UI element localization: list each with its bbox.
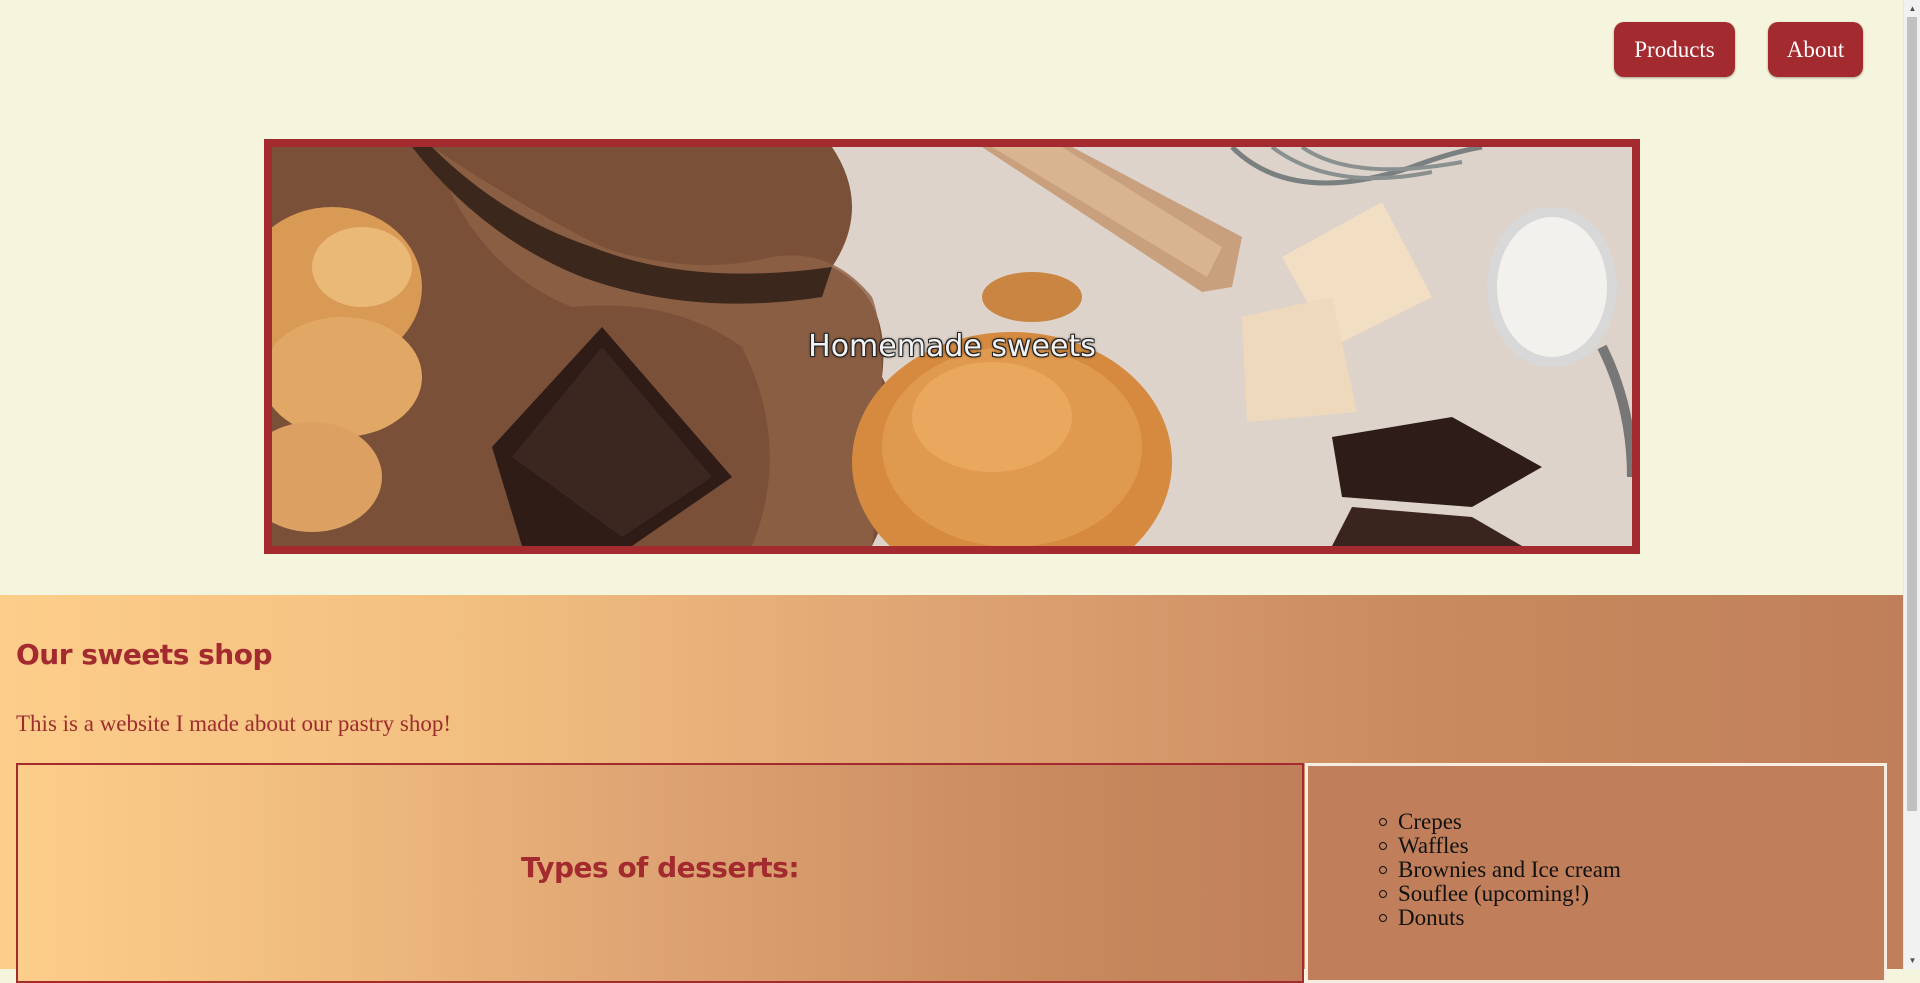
scroll-down-arrow-icon[interactable]: ▼ (1904, 952, 1920, 969)
dessert-label: Waffles (1398, 833, 1469, 858)
dessert-types-box: Types of desserts: (16, 763, 1304, 983)
list-item: Waffles (1379, 833, 1621, 858)
dessert-list-box: Crepes Waffles Brownies and Ice cream So… (1305, 763, 1887, 983)
scroll-up-arrow-icon[interactable]: ▲ (1904, 0, 1920, 17)
dessert-label: Brownies and Ice cream (1398, 857, 1621, 882)
dessert-label: Donuts (1398, 905, 1465, 930)
bullet-icon (1379, 818, 1387, 826)
hero-caption: Homemade sweets (808, 329, 1096, 364)
dessert-list: Crepes Waffles Brownies and Ice cream So… (1379, 809, 1621, 930)
list-item: Donuts (1379, 905, 1621, 930)
intro-text: This is a website I made about our pastr… (16, 711, 451, 736)
scrollbar-thumb[interactable] (1907, 17, 1917, 811)
dessert-label: Crepes (1398, 809, 1462, 834)
hero-banner: Homemade sweets (264, 139, 1640, 554)
bullet-icon (1379, 842, 1387, 850)
about-section: Our sweets shop This is a website I made… (0, 595, 1903, 983)
section-title: Our sweets shop (16, 638, 272, 671)
bullet-icon (1379, 890, 1387, 898)
dessert-types-title: Types of desserts: (520, 851, 800, 884)
vertical-scrollbar[interactable]: ▲ ▼ (1903, 0, 1920, 969)
dessert-label: Souflee (upcoming!) (1398, 881, 1589, 906)
list-item: Souflee (upcoming!) (1379, 881, 1621, 906)
list-item: Brownies and Ice cream (1379, 857, 1621, 882)
bullet-icon (1379, 866, 1387, 874)
about-nav-button[interactable]: About (1768, 22, 1863, 77)
products-nav-button[interactable]: Products (1614, 22, 1735, 77)
list-item: Crepes (1379, 809, 1621, 834)
bullet-icon (1379, 914, 1387, 922)
